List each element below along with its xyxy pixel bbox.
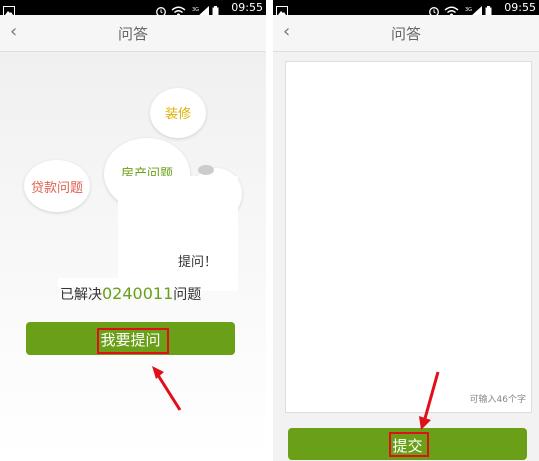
loan-bubble: 贷款问题: [24, 160, 90, 212]
small-gray-bubble: [198, 165, 214, 175]
highlight-box: [97, 328, 169, 354]
nav-bar: ‹ 问答: [273, 15, 539, 52]
decoration-bubble: 装修: [150, 88, 206, 138]
page-title: 问答: [390, 25, 421, 43]
ask-prompt-text: 提问！: [178, 255, 218, 270]
bubble-label: 装修: [164, 107, 191, 122]
nav-bar: ‹ 问答: [0, 15, 266, 52]
status-bar: 3G 09:55: [273, 0, 539, 17]
bubble-label: 贷款问题: [30, 181, 83, 196]
solved-suffix: 问题: [173, 287, 202, 303]
pointer-arrow-icon: [152, 366, 182, 411]
left-phone-screen: 3G 09:55 ‹ 问答 装修 房产问题 贷款问题 提问！ 已解决024001…: [0, 0, 266, 461]
white-patch: [118, 176, 238, 291]
svg-text:3G: 3G: [192, 7, 199, 13]
status-bar: 3G 09:55: [0, 0, 266, 17]
svg-text:3G: 3G: [465, 7, 472, 13]
screen-divider: [266, 0, 273, 461]
solved-prefix: 已解决: [60, 287, 102, 303]
white-patch-2: [58, 278, 228, 287]
status-time: 09:55: [504, 1, 536, 14]
question-textarea[interactable]: 可输入46个字: [285, 61, 532, 413]
status-time: 09:55: [231, 1, 263, 14]
highlight-box: [389, 432, 429, 457]
pointer-arrow-icon: [419, 371, 440, 430]
char-limit-hint: 可输入46个字: [469, 395, 526, 405]
page-title: 问答: [117, 25, 148, 43]
right-phone-screen: 3G 09:55 ‹ 问答 可输入46个字 提交: [273, 0, 539, 461]
solved-count-line: 已解决0240011问题: [60, 284, 201, 304]
